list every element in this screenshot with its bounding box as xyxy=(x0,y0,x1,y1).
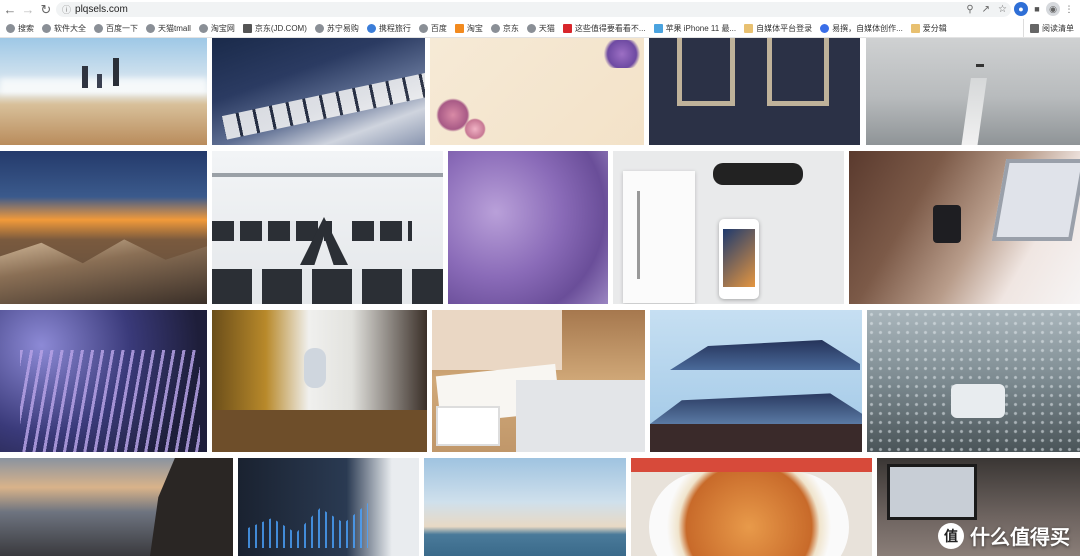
reading-list-label: 阅读清单 xyxy=(1042,23,1074,33)
photo-beach-family[interactable] xyxy=(0,38,207,145)
zhi-badge-icon: 值 xyxy=(938,522,964,549)
zoom-icon[interactable]: ⚲ xyxy=(966,4,973,15)
extension-icon[interactable]: ● xyxy=(1014,2,1028,16)
bookmark-label: 搜索 xyxy=(18,23,34,33)
share-icon[interactable]: ↗ xyxy=(982,4,990,15)
bookmark-item[interactable]: 携程旅行 xyxy=(366,23,411,34)
photo-woman-laptop[interactable] xyxy=(849,151,1080,304)
bookmark-label: 京东(JD.COM) xyxy=(254,23,307,33)
back-icon[interactable]: ← xyxy=(1,1,19,19)
photo-lavender[interactable] xyxy=(0,310,207,452)
puzzle-icon[interactable]: ■ xyxy=(1030,2,1044,16)
photo-child-window[interactable] xyxy=(212,310,427,452)
bookmark-item[interactable]: 搜索 xyxy=(6,23,34,34)
photo-purple-watercolor[interactable] xyxy=(448,151,608,304)
menu-icon[interactable]: ⋮ xyxy=(1062,2,1076,16)
reload-icon[interactable]: ↻ xyxy=(37,1,55,19)
bookmark-item[interactable]: 天猫tmall xyxy=(146,23,191,34)
bookmark-item[interactable]: 苏宁易购 xyxy=(314,23,359,34)
bookmark-label: 苹果 iPhone 11 最... xyxy=(665,23,737,33)
bookmark-item[interactable]: 淘宝 xyxy=(454,23,483,34)
globe-icon xyxy=(146,23,155,33)
bookmark-item[interactable]: 淘宝网 xyxy=(198,23,235,34)
apple-icon xyxy=(653,23,663,33)
yizhuan-icon xyxy=(820,23,830,33)
taobao-icon xyxy=(454,23,464,33)
site-watermark: 值 什么值得买 xyxy=(938,521,1070,550)
bookmark-item[interactable]: 爱分辑 xyxy=(910,23,947,34)
reading-list-icon xyxy=(1030,23,1039,33)
bookmark-label: 淘宝 xyxy=(466,23,483,33)
photo-pizza[interactable] xyxy=(631,458,872,556)
globe-icon xyxy=(198,23,208,33)
photo-rocky-shore-sunset[interactable] xyxy=(0,458,233,556)
globe-icon xyxy=(490,23,500,33)
photo-desk-flatlay[interactable] xyxy=(613,151,844,304)
bookmark-item[interactable]: 自媒体平台登录 xyxy=(744,23,812,34)
globe-icon xyxy=(314,23,324,33)
bookmark-label: 百度 xyxy=(430,23,447,33)
address-bar[interactable]: ⓘ plqsels.com ⚲ ↗ ☆ xyxy=(56,2,1011,17)
bookmark-label: 淘宝网 xyxy=(210,23,235,33)
photo-floral-paper[interactable] xyxy=(430,38,644,145)
z-icon xyxy=(562,23,572,33)
photo-writing-desk[interactable] xyxy=(432,310,645,452)
ctrip-icon xyxy=(366,23,376,33)
photo-stock-chart[interactable] xyxy=(238,458,419,556)
bookmark-item[interactable]: 京东(JD.COM) xyxy=(242,23,307,34)
browser-chrome: ← → ↻ ⓘ plqsels.com ⚲ ↗ ☆ ● ■ ◉ ⋮ 搜索 软件大… xyxy=(0,0,1080,38)
photo-rainy-window[interactable] xyxy=(867,310,1080,452)
bookmark-item[interactable]: 百度一下 xyxy=(94,23,138,34)
site-info-icon[interactable]: ⓘ xyxy=(62,3,71,16)
photo-piano-keys[interactable] xyxy=(212,38,425,145)
bookmark-label: 京东 xyxy=(502,23,519,33)
reading-list[interactable]: 阅读清单 xyxy=(1023,19,1074,37)
bookmark-label: 携程旅行 xyxy=(378,23,411,33)
bookmark-item[interactable]: 京东 xyxy=(490,23,519,34)
bookmark-label: 天猫tmall xyxy=(158,23,191,33)
bookmark-label: 百度一下 xyxy=(106,23,138,33)
globe-icon xyxy=(6,23,15,33)
watermark-text: 什么值得买 xyxy=(970,527,1070,549)
bookmark-label: 易撰，自媒体创作... xyxy=(832,23,903,33)
folder-icon xyxy=(910,23,920,33)
bookmark-label: 爱分辑 xyxy=(922,23,947,33)
globe-icon xyxy=(94,23,103,33)
bookmark-label: 自媒体平台登录 xyxy=(756,23,813,33)
bookmark-item[interactable]: 这些值得要看看不... xyxy=(562,23,646,34)
bookmark-label: 苏宁易购 xyxy=(326,23,359,33)
bookmark-label: 天猫 xyxy=(538,23,555,33)
globe-icon xyxy=(418,23,428,33)
photo-white-building[interactable] xyxy=(212,151,443,304)
profile-icon[interactable]: ◉ xyxy=(1046,2,1060,16)
photo-gallery: 值 什么值得买 xyxy=(0,38,1080,556)
photo-road-fog[interactable] xyxy=(866,38,1080,145)
bookmarks-bar: 搜索 软件大全 百度一下 天猫tmall 淘宝网 京东(JD.COM) 苏宁易购… xyxy=(0,19,1080,37)
forward-icon[interactable]: → xyxy=(19,1,37,19)
photo-sea-sky[interactable] xyxy=(424,458,626,556)
globe-icon xyxy=(526,23,536,33)
bookmark-label: 这些值得要看看不... xyxy=(574,23,646,33)
bookmark-item[interactable]: 天猫 xyxy=(526,23,555,34)
photo-mountain-sunset[interactable] xyxy=(0,151,207,304)
bookmark-item[interactable]: 易撰，自媒体创作... xyxy=(820,23,903,34)
bookmark-item[interactable]: 苹果 iPhone 11 最... xyxy=(653,23,737,34)
bookmark-item[interactable]: 软件大全 xyxy=(42,23,86,34)
bookmark-item[interactable]: 百度 xyxy=(418,23,447,34)
folder-icon xyxy=(744,23,754,33)
jd-icon xyxy=(242,23,252,33)
globe-icon xyxy=(42,23,51,33)
url-text: plqsels.com xyxy=(75,4,128,15)
photo-pagoda-roof[interactable] xyxy=(650,310,862,452)
bookmark-star-icon[interactable]: ☆ xyxy=(998,4,1007,15)
bookmark-label: 软件大全 xyxy=(54,23,86,33)
photo-frames-on-wall[interactable] xyxy=(649,38,860,145)
